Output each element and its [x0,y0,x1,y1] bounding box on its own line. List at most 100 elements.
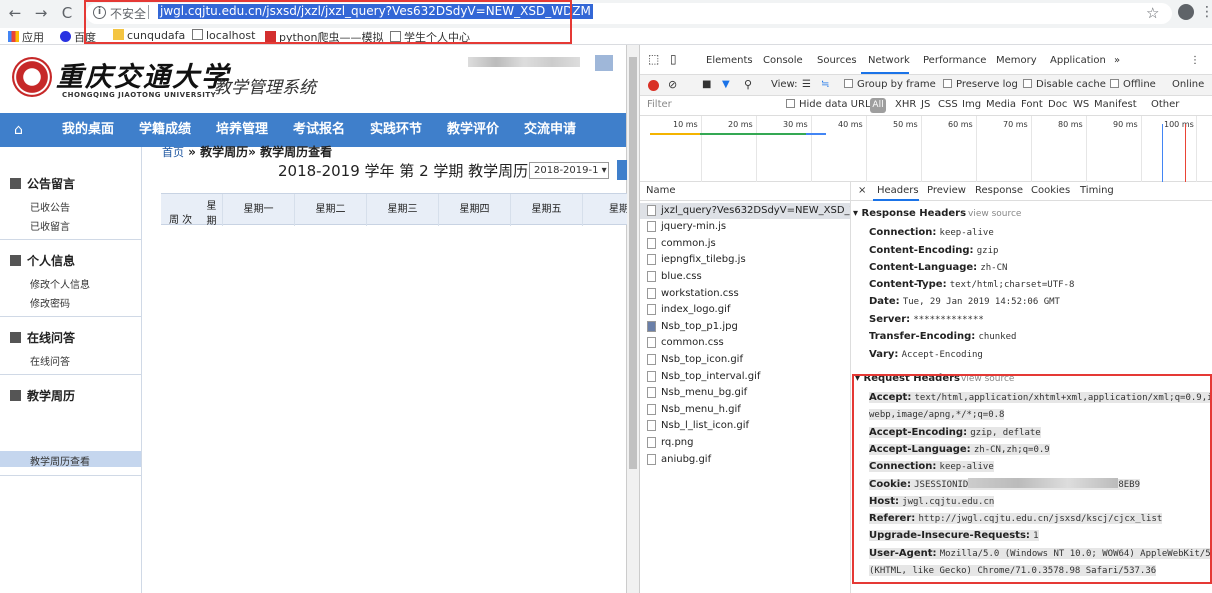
request-row[interactable]: workstation.css [640,286,850,302]
scrollbar-thumb[interactable] [629,57,637,469]
request-row[interactable]: aniubg.gif [640,452,850,468]
sidebar-item-view-calendar[interactable]: 教学周历查看 [30,453,90,468]
tab-console[interactable]: Console [763,55,803,66]
sidebar-item-edit-info[interactable]: 修改个人信息 [30,276,90,291]
nav-exam-signup[interactable]: 考试报名 [293,113,345,147]
throttling-select[interactable]: Online [1172,79,1204,90]
bookmark-apps[interactable]: 应用 [8,29,44,45]
filter-other[interactable]: Other [1151,99,1179,110]
user-avatar[interactable] [595,55,613,71]
filter-img[interactable]: Img [962,99,981,110]
tab-cookies[interactable]: Cookies [1031,185,1070,196]
screenshot-icon[interactable]: ■ [702,79,711,90]
request-row[interactable]: common.js [640,236,850,252]
request-row[interactable]: iepngfix_tilebg.js [640,252,850,268]
filter-font[interactable]: Font [1021,99,1043,110]
bookmark-baidu[interactable]: 百度 [60,29,96,45]
sidebar-section-calendar[interactable]: 教学周历 [10,387,75,404]
breadcrumb-home[interactable]: 首页 [162,146,184,159]
request-row[interactable]: Nsb_top_p1.jpg [640,319,850,335]
home-icon[interactable]: ⌂ [14,122,23,138]
filter-doc[interactable]: Doc [1048,99,1067,110]
request-row[interactable]: index_logo.gif [640,302,850,318]
sidebar-section-qa[interactable]: 在线问答 [10,329,75,346]
filter-icon[interactable]: ▼ [722,79,730,90]
breadcrumb-level1[interactable]: 教学周历 [200,145,248,159]
hide-data-urls-checkbox[interactable]: Hide data URLs [786,99,876,110]
panel-divider[interactable] [850,182,851,593]
nav-practice[interactable]: 实践环节 [370,113,422,147]
request-row[interactable]: rq.png [640,435,850,451]
menu-icon[interactable]: ⋮ [1200,4,1212,20]
reload-icon[interactable]: C [58,3,76,23]
tab-network[interactable]: Network [868,55,910,66]
bookmark-python[interactable]: python爬虫——模拟 [265,29,383,45]
request-row[interactable]: Nsb_menu_bg.gif [640,385,850,401]
filter-manifest[interactable]: Manifest [1094,99,1137,110]
nav-evaluation[interactable]: 教学评价 [447,113,499,147]
request-view-source[interactable]: view source [961,374,1014,384]
device-toggle-icon[interactable]: ▯ [670,52,677,66]
inspect-icon[interactable]: ⬚ [648,52,659,66]
sidebar-item-received-messages[interactable]: 已收留言 [30,218,70,233]
nav-exchange[interactable]: 交流申请 [524,113,576,147]
sidebar-item-received-notices[interactable]: 已收公告 [30,199,70,214]
clear-icon[interactable]: ⊘ [668,78,677,91]
sidebar-section-personal[interactable]: 个人信息 [10,252,75,269]
filter-input[interactable]: Filter [647,99,672,110]
bookmark-student[interactable]: 学生个人中心 [390,29,470,45]
bookmark-folder[interactable]: cunqudafa [113,29,185,42]
record-icon[interactable] [648,80,659,91]
close-detail-icon[interactable]: × [858,185,866,196]
filter-media[interactable]: Media [986,99,1016,110]
response-view-source[interactable]: view source [968,209,1021,219]
request-row[interactable]: Nsb_menu_h.gif [640,402,850,418]
large-rows-icon[interactable]: ☰ [802,79,811,90]
tab-elements[interactable]: Elements [706,55,753,66]
security-label[interactable]: 不安全 [110,5,146,22]
tab-more[interactable]: » [1114,55,1120,66]
forward-icon[interactable]: → [32,3,50,23]
term-select[interactable]: 2018-2019-1 ▾ [529,162,609,179]
request-row[interactable]: Nsb_l_list_icon.gif [640,418,850,434]
waterfall-icon[interactable]: ≒ [821,79,829,90]
sidebar-section-notices[interactable]: 公告留言 [10,175,75,192]
filter-xhr[interactable]: XHR [895,99,916,110]
nav-grades[interactable]: 学籍成绩 [139,113,191,147]
bookmark-localhost[interactable]: localhost [192,29,255,42]
tab-application[interactable]: Application [1050,55,1106,66]
preserve-log-checkbox[interactable]: Preserve log [943,79,1018,90]
request-row[interactable]: Nsb_top_icon.gif [640,352,850,368]
filter-ws[interactable]: WS [1073,99,1089,110]
group-by-frame-checkbox[interactable]: Group by frame [844,79,936,90]
nav-training[interactable]: 培养管理 [216,113,268,147]
page-scrollbar[interactable] [627,45,639,593]
response-headers-title[interactable]: ▾ Response Headers [853,208,966,219]
bookmark-star-icon[interactable]: ☆ [1146,4,1159,22]
tab-sources[interactable]: Sources [817,55,857,66]
search-icon[interactable]: ⚲ [744,78,752,91]
nav-my-desktop[interactable]: 我的桌面 [62,113,114,147]
account-icon[interactable] [1178,4,1194,20]
filter-js[interactable]: JS [921,99,930,110]
sidebar-item-change-password[interactable]: 修改密码 [30,295,70,310]
info-icon[interactable]: i [93,6,106,19]
url-text[interactable]: jwgl.cqjtu.edu.cn/jsxsd/jxzl/jxzl_query?… [158,4,593,19]
tab-response[interactable]: Response [975,185,1023,196]
request-row[interactable]: jquery-min.js [640,219,850,235]
devtools-menu-icon[interactable]: ⋮ [1190,55,1200,66]
filter-all[interactable]: All [870,98,886,113]
back-icon[interactable]: ← [6,3,24,23]
request-row[interactable]: Nsb_top_interval.gif [640,369,850,385]
request-headers-title[interactable]: ▾ Request Headers [855,373,960,384]
name-column-header[interactable]: Name [640,182,850,201]
filter-css[interactable]: CSS [938,99,958,110]
tab-headers[interactable]: Headers [877,185,919,196]
request-row[interactable]: jxzl_query?Ves632DSdyV=NEW_XSD_WDZ... [640,203,850,219]
tab-memory[interactable]: Memory [996,55,1037,66]
request-row[interactable]: blue.css [640,269,850,285]
sidebar-item-online-qa[interactable]: 在线问答 [30,353,70,368]
offline-checkbox[interactable]: Offline [1110,79,1156,90]
tab-performance[interactable]: Performance [923,55,986,66]
tab-preview[interactable]: Preview [927,185,966,196]
